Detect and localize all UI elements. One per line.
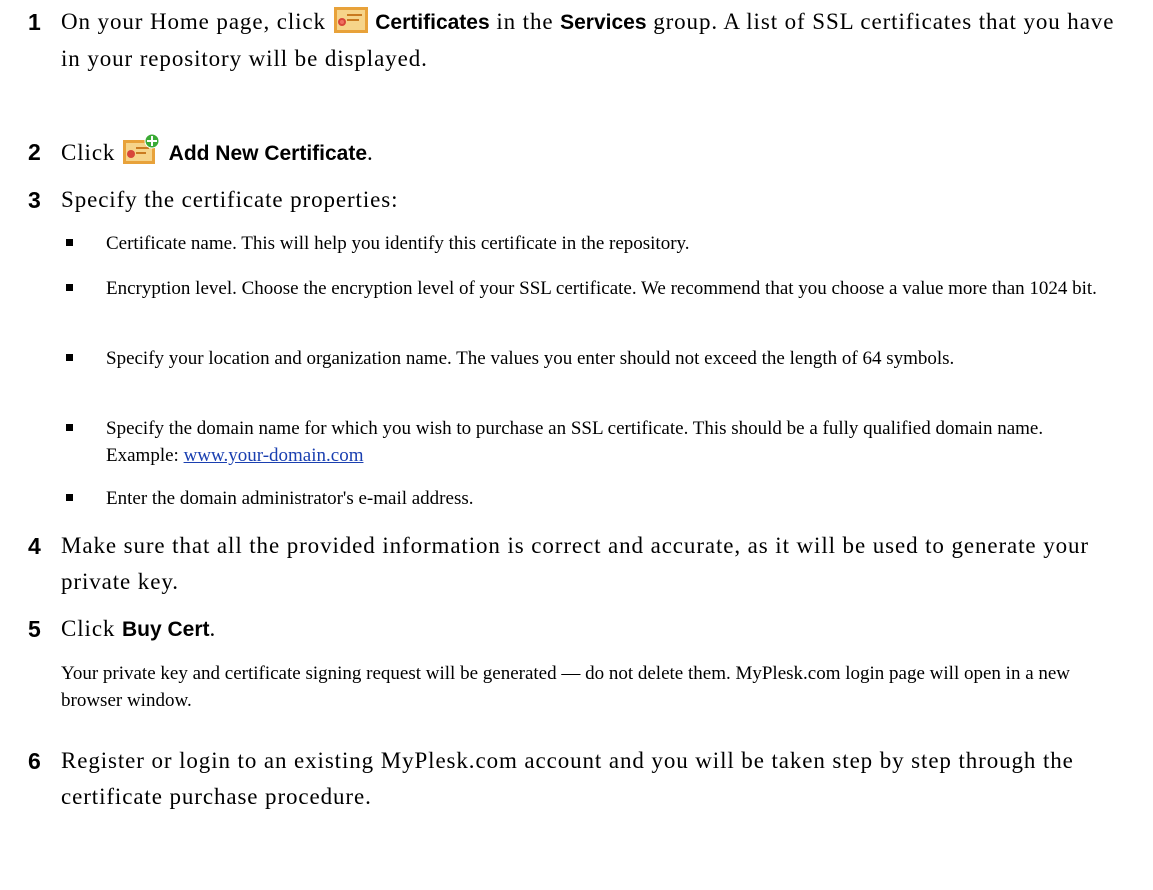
- step-number: 1: [28, 9, 41, 35]
- step-text: Click Buy Cert.: [61, 616, 217, 641]
- bullet-marker: [66, 424, 73, 431]
- bullet-marker: [66, 239, 73, 246]
- add-new-certificate-label: Add New Certificate: [168, 142, 368, 165]
- step-3: 3 Specify the certificate properties:: [28, 182, 1123, 218]
- step-text: Make sure that all the provided informat…: [61, 533, 1089, 594]
- bullet-marker: [66, 494, 73, 501]
- step-text: Specify the certificate properties:: [61, 187, 399, 212]
- step-5: 5 Click Buy Cert.: [28, 611, 1123, 648]
- list-item: Encryption level. Choose the encryption …: [66, 275, 1113, 302]
- example-domain-link[interactable]: www.your-domain.com: [184, 445, 364, 466]
- step-number: 5: [28, 616, 41, 642]
- step-number: 2: [28, 139, 41, 165]
- step-text: Click Add New Certificate.: [61, 134, 1123, 172]
- step-4: 4 Make sure that all the provided inform…: [28, 528, 1123, 600]
- bullet-marker: [66, 284, 73, 291]
- step-number: 6: [28, 748, 41, 774]
- step-number: 3: [28, 187, 41, 213]
- step-2: 2 Click Add New Certificate.: [28, 134, 1123, 172]
- step-1: 1 On your Home page, click Certificates …: [28, 4, 1123, 77]
- step-number: 4: [28, 533, 41, 559]
- add-certificate-icon: [122, 134, 162, 166]
- buy-cert-label: Buy Cert: [122, 618, 210, 641]
- bullet-marker: [66, 354, 73, 361]
- list-item: Enter the domain administrator's e-mail …: [66, 485, 1113, 512]
- certificates-label: Certificates: [375, 11, 490, 34]
- list-item: Certificate name. This will help you ide…: [66, 230, 1113, 257]
- step-text: Register or login to an existing MyPlesk…: [61, 748, 1074, 809]
- certificate-icon: [333, 5, 369, 35]
- list-item: Specify the domain name for which you wi…: [66, 415, 1113, 469]
- list-item: Specify your location and organization n…: [66, 345, 1113, 372]
- step-text: On your Home page, click Certificates in…: [61, 4, 1123, 77]
- step-6: 6 Register or login to an existing MyPle…: [28, 743, 1123, 815]
- services-label: Services: [560, 11, 647, 34]
- step-5-note: Your private key and certificate signing…: [61, 663, 1071, 711]
